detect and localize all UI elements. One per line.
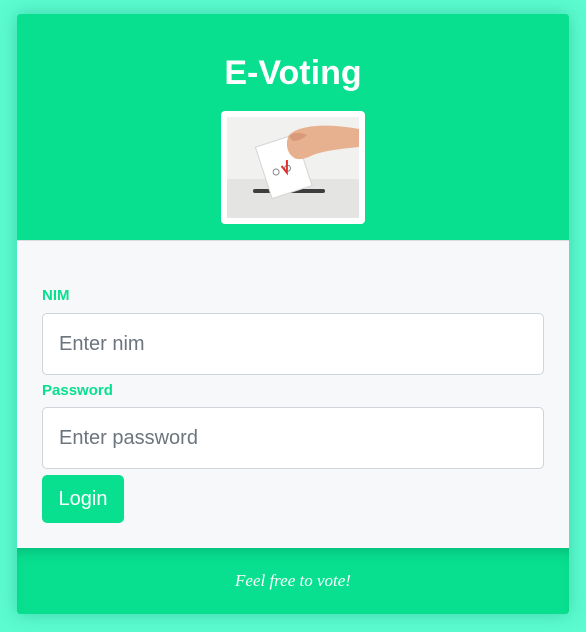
ballot-box-icon — [227, 117, 359, 218]
nim-input[interactable] — [42, 313, 544, 375]
login-button[interactable]: Login — [42, 475, 124, 523]
login-card: E-Voting NIM Password Login F — [17, 14, 569, 614]
logo-frame — [221, 111, 365, 224]
page-title: E-Voting — [224, 54, 362, 92]
password-input[interactable] — [42, 407, 544, 469]
password-label: Password — [42, 382, 113, 399]
nim-label: NIM — [42, 287, 70, 304]
card-footer: Feel free to vote! — [17, 548, 569, 614]
footer-text: Feel free to vote! — [235, 571, 351, 590]
card-header: E-Voting — [17, 14, 569, 241]
login-form: NIM Password Login — [17, 241, 569, 548]
